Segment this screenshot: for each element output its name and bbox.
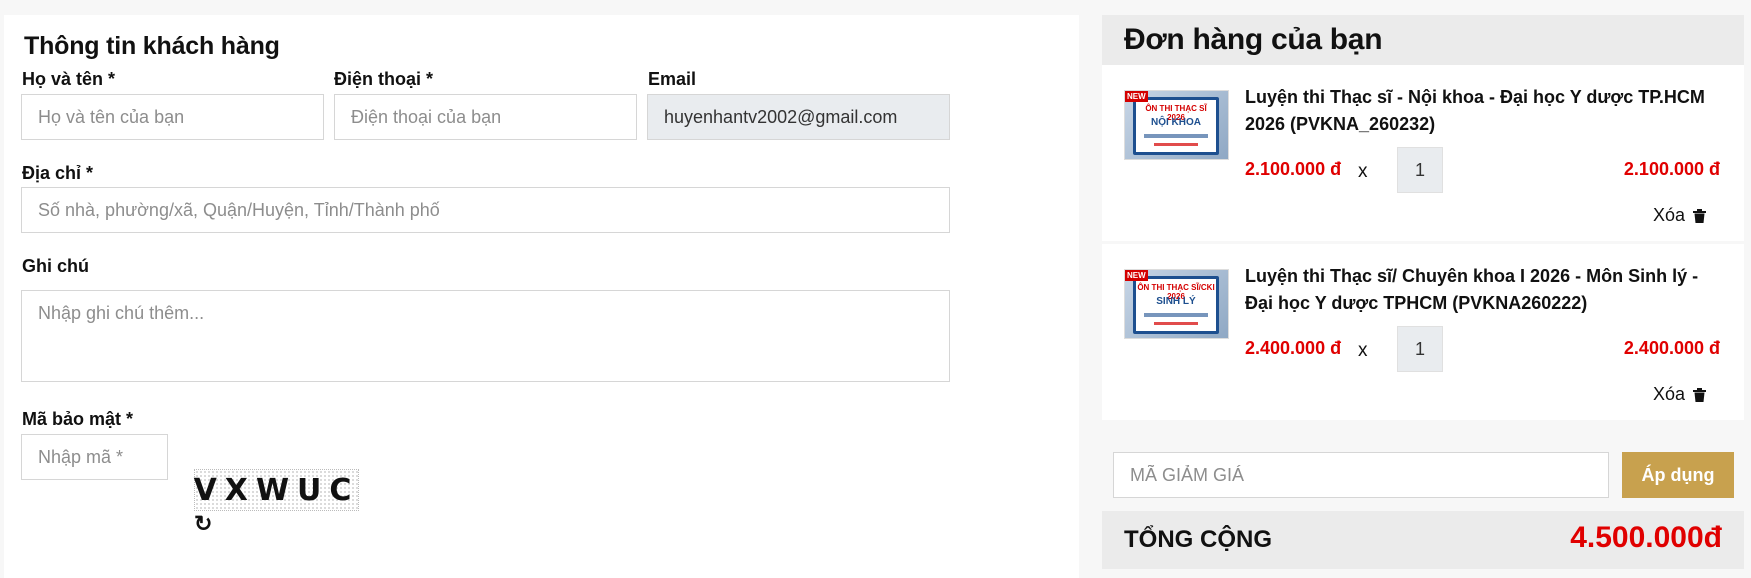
unit-price: 2.400.000 đ xyxy=(1245,338,1342,358)
thumbnail-line2: NỘI KHOA xyxy=(1151,117,1201,128)
captcha-label: Mã bảo mật * xyxy=(22,409,134,429)
thumbnail-bar xyxy=(1144,134,1208,138)
apply-coupon-button[interactable]: Áp dụng xyxy=(1622,452,1734,498)
line-total: 2.400.000 đ xyxy=(1623,338,1720,358)
customer-info-title: Thông tin khách hàng xyxy=(24,32,280,60)
quantity-input[interactable] xyxy=(1397,147,1443,193)
total-value: 4.500.000đ xyxy=(1570,521,1722,554)
thumbnail-card: ÔN THI THẠC SĨ/CKI 2026 SINH LÝ xyxy=(1133,276,1219,334)
delete-label: Xóa xyxy=(1652,205,1685,225)
thumbnail-bar xyxy=(1144,313,1208,317)
order-title: Đơn hàng của bạn xyxy=(1124,23,1383,56)
total-label: TỔNG CỘNG xyxy=(1124,526,1272,553)
captcha-input[interactable] xyxy=(21,434,168,480)
product-thumbnail[interactable]: ÔN THI THẠC SĨ 2026 NỘI KHOA NEW xyxy=(1124,90,1229,160)
note-label: Ghi chú xyxy=(22,256,89,276)
address-label: Địa chỉ * xyxy=(22,163,94,183)
address-input[interactable] xyxy=(21,187,950,233)
captcha-text: VXWUC xyxy=(193,472,360,508)
line-total: 2.100.000 đ xyxy=(1623,159,1720,179)
delete-label: Xóa xyxy=(1652,384,1685,404)
trash-icon xyxy=(1693,208,1706,223)
email-input[interactable] xyxy=(647,94,950,140)
phone-label: Điện thoại * xyxy=(334,69,434,89)
times-sign: x xyxy=(1358,161,1368,182)
quantity-input[interactable] xyxy=(1397,326,1443,372)
trash-icon xyxy=(1693,387,1706,402)
times-sign: x xyxy=(1358,340,1368,361)
delete-button[interactable]: Xóa xyxy=(1653,205,1706,226)
thumbnail-bar xyxy=(1154,143,1198,146)
order-item: ÔN THI THẠC SĨ 2026 NỘI KHOA NEW Luyện t… xyxy=(1102,65,1744,241)
name-label: Họ và tên * xyxy=(22,69,116,89)
checkout-page: Thông tin khách hàng Họ và tên * Điện th… xyxy=(0,0,1751,578)
customer-info-panel: Thông tin khách hàng Họ và tên * Điện th… xyxy=(4,15,1079,578)
product-thumbnail[interactable]: ÔN THI THẠC SĨ/CKI 2026 SINH LÝ NEW xyxy=(1124,269,1229,339)
note-textarea[interactable] xyxy=(21,290,950,382)
new-ribbon: NEW xyxy=(1125,91,1148,102)
email-label: Email xyxy=(648,69,697,89)
thumbnail-line2: SINH LÝ xyxy=(1156,296,1196,307)
coupon-input[interactable] xyxy=(1113,452,1609,498)
phone-input[interactable] xyxy=(334,94,637,140)
product-name[interactable]: Luyện thi Thạc sĩ - Nội khoa - Đại học Y… xyxy=(1245,84,1715,138)
refresh-icon[interactable]: ↻ xyxy=(194,513,212,535)
product-name[interactable]: Luyện thi Thạc sĩ/ Chuyên khoa I 2026 - … xyxy=(1245,263,1715,317)
new-ribbon: NEW xyxy=(1125,270,1148,281)
unit-price: 2.100.000 đ xyxy=(1245,159,1342,179)
thumbnail-bar xyxy=(1154,322,1198,325)
name-input[interactable] xyxy=(21,94,324,140)
order-item: ÔN THI THẠC SĨ/CKI 2026 SINH LÝ NEW Luyệ… xyxy=(1102,244,1744,420)
captcha-image: VXWUC xyxy=(194,469,359,511)
total-bar: TỔNG CỘNG 4.500.000đ xyxy=(1102,511,1744,569)
delete-button[interactable]: Xóa xyxy=(1653,384,1706,405)
thumbnail-card: ÔN THI THẠC SĨ 2026 NỘI KHOA xyxy=(1133,97,1219,155)
order-header: Đơn hàng của bạn xyxy=(1102,15,1744,65)
